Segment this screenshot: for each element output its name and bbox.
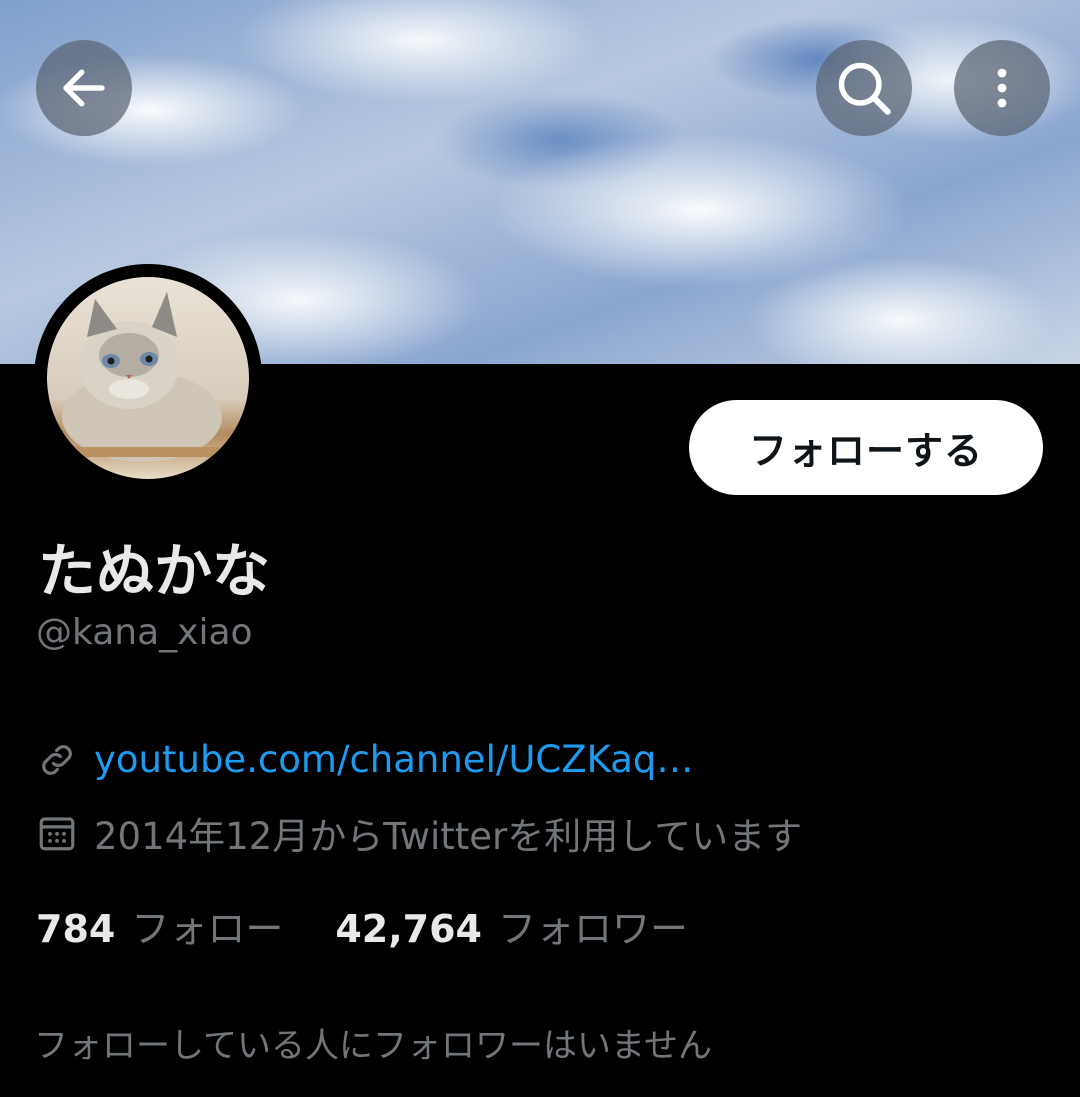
link-icon — [42, 744, 72, 775]
follow-button[interactable]: フォローする — [689, 400, 1043, 495]
search-button[interactable] — [816, 40, 912, 136]
follow-counts: 784 フォロー 42,764 フォロワー — [36, 898, 688, 953]
more-options-button[interactable] — [954, 40, 1050, 136]
following-stat[interactable]: 784 フォロー — [36, 898, 283, 953]
followers-count: 42,764 — [335, 907, 482, 951]
following-label: フォロー — [131, 907, 284, 951]
following-count: 784 — [36, 907, 116, 951]
back-button[interactable] — [36, 40, 132, 136]
more-vertical-icon — [997, 68, 1007, 108]
followers-stat[interactable]: 42,764 フォロワー — [335, 898, 688, 953]
profile-website[interactable]: youtube.com/channel/UCZKaq… — [36, 738, 693, 781]
profile-avatar[interactable] — [34, 264, 262, 492]
user-handle: @kana_xiao — [36, 612, 253, 653]
join-date-text: 2014年12月からTwitterを利用しています — [94, 815, 803, 858]
search-icon — [838, 62, 891, 115]
mutual-followers-note: フォローしている人にフォロワーはいません — [34, 1026, 712, 1066]
website-link[interactable]: youtube.com/channel/UCZKaq… — [94, 738, 693, 781]
arrow-left-icon — [63, 69, 105, 107]
calendar-icon — [39, 817, 75, 851]
display-name: たぬかな — [38, 537, 271, 605]
join-date: 2014年12月からTwitterを利用しています — [36, 806, 802, 860]
avatar-image — [47, 277, 249, 479]
followers-label: フォロワー — [497, 907, 688, 951]
